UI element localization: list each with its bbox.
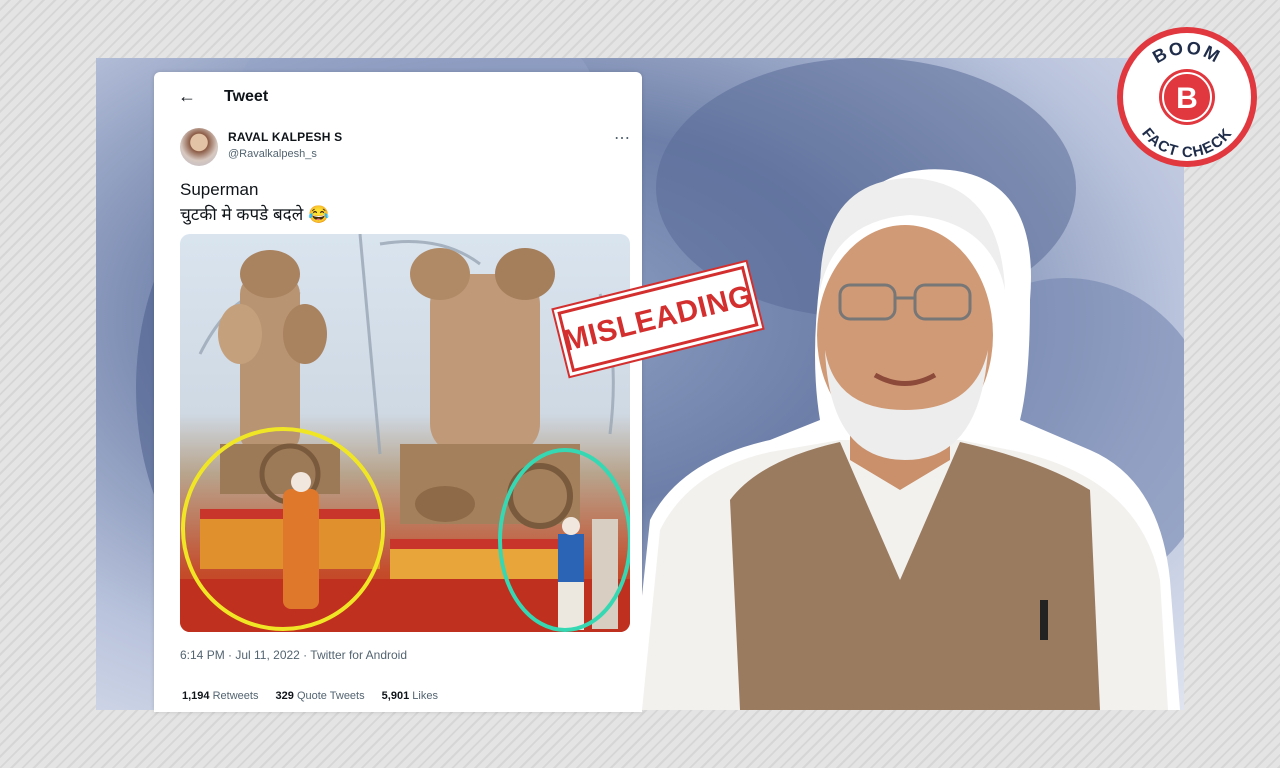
author-handle[interactable]: @Ravalkalpesh_s [228,148,317,160]
retweets-stat[interactable]: 1,194 Retweets [182,690,258,702]
tweet-stats: 1,194 Retweets 329 Quote Tweets 5,901 Li… [182,690,452,702]
boom-fact-check-logo: BOOM FACT CHECK B [1114,24,1260,170]
tweet-image-graphic [180,234,630,632]
avatar[interactable] [180,128,218,166]
tweet-text-line-2: चुटकी मे कपडे बदले 😂 [180,205,330,224]
tweet-text-line-1: Superman [180,180,259,199]
tweet-image[interactable] [180,234,630,632]
tweet-header-title: Tweet [224,88,269,105]
svg-text:B: B [1176,82,1198,115]
author-name[interactable]: RAVAL KALPESH S [228,130,342,144]
tweet-header: ← Tweet [154,72,642,122]
quote-tweets-stat[interactable]: 329 Quote Tweets [276,690,365,702]
person-photo [620,160,1180,710]
right-emblem [400,248,580,529]
tweet-card: ← Tweet RAVAL KALPESH S @Ravalkalpesh_s … [154,72,642,712]
back-arrow-icon[interactable]: ← [178,86,196,107]
likes-stat[interactable]: 5,901 Likes [382,690,438,702]
tweet-timestamp: 6:14 PM · Jul 11, 2022 · Twitter for And… [180,648,408,662]
more-options-icon[interactable]: ⋯ [614,128,631,148]
left-emblem [218,250,340,505]
